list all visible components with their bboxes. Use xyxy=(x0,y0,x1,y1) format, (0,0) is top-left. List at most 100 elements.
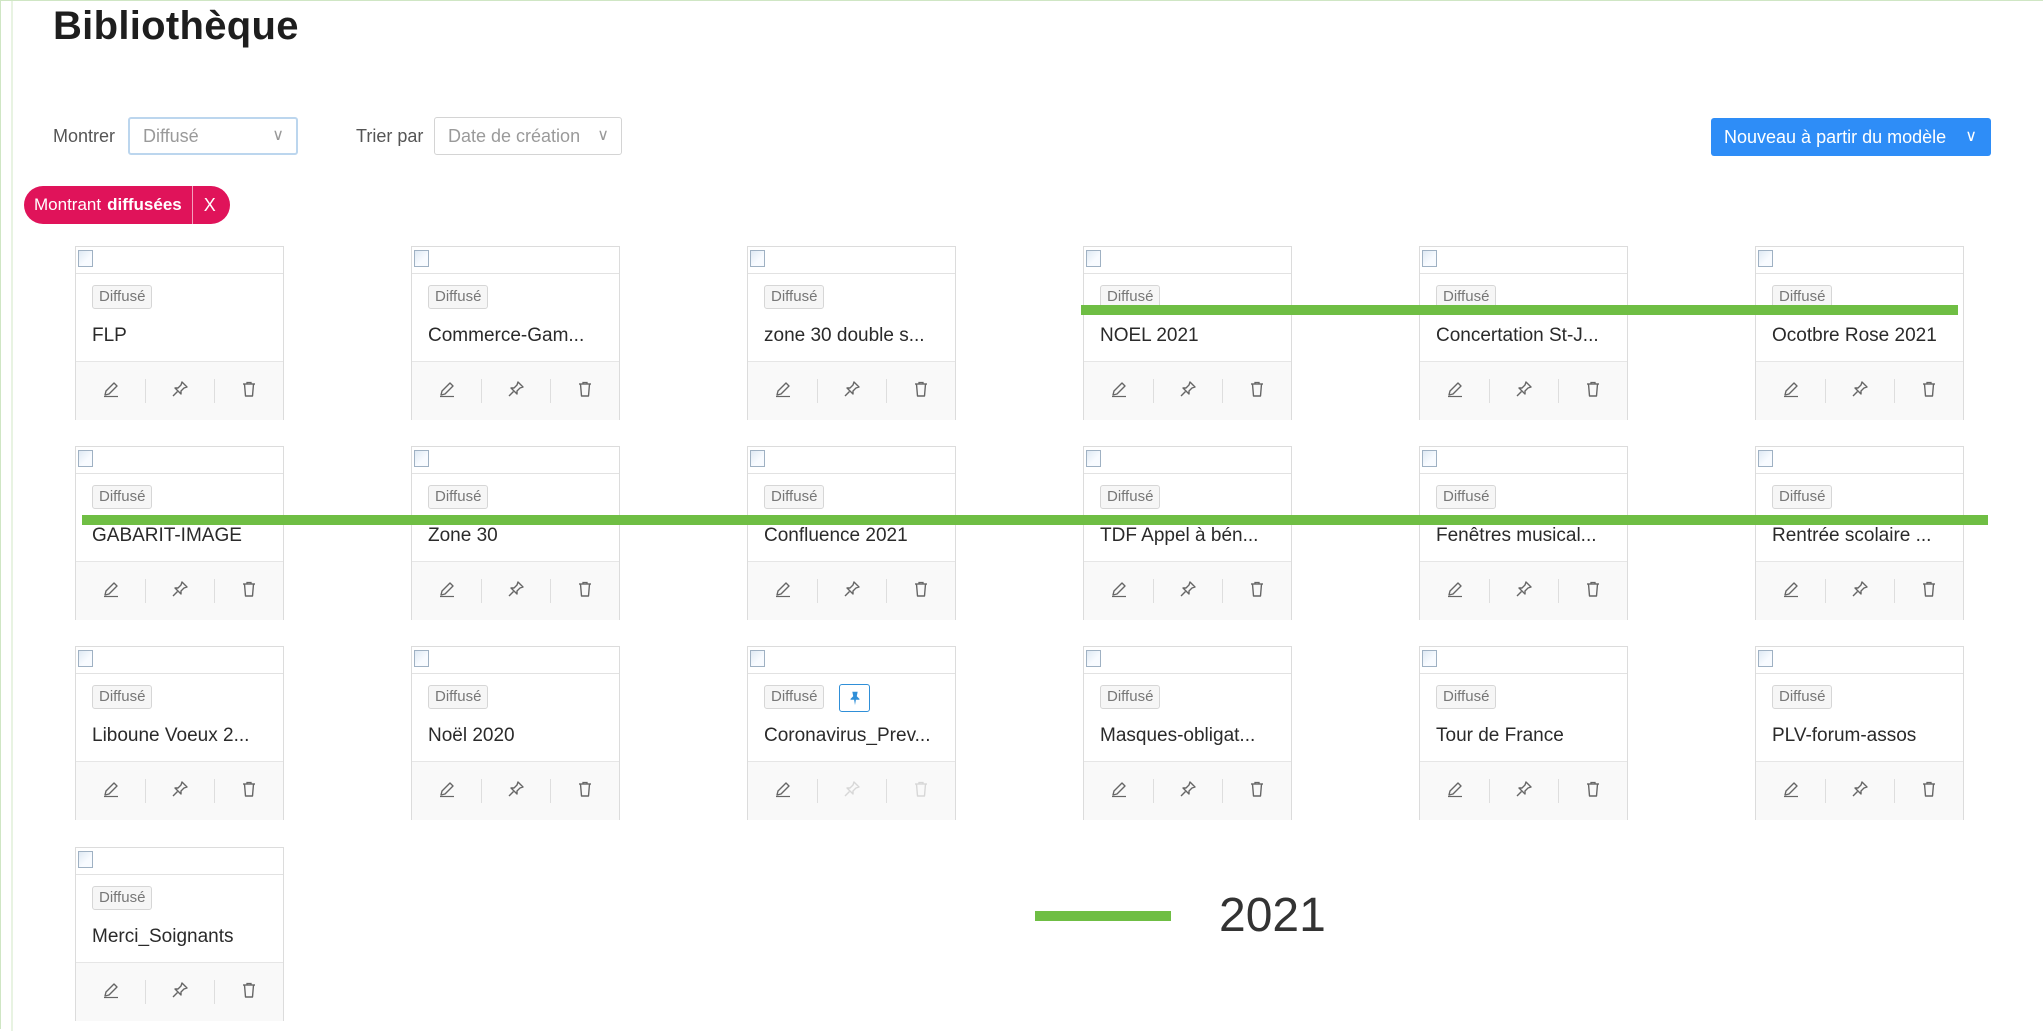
edit-button[interactable] xyxy=(748,762,817,820)
card-title[interactable]: NOEL 2021 xyxy=(1100,325,1286,347)
library-card[interactable]: Diffusé Concertation St-J... xyxy=(1419,246,1628,420)
library-card[interactable]: Diffusé Ocotbre Rose 2021 xyxy=(1755,246,1964,420)
thumbnail-image[interactable] xyxy=(412,447,619,474)
thumbnail-image[interactable] xyxy=(748,247,955,274)
thumbnail-image[interactable] xyxy=(76,447,283,474)
pin-button[interactable] xyxy=(481,362,550,420)
pin-button[interactable] xyxy=(1153,562,1222,620)
library-card[interactable]: Diffusé Commerce-Gam... xyxy=(411,246,620,420)
edit-button[interactable] xyxy=(1420,762,1489,820)
pin-button[interactable] xyxy=(817,762,886,820)
edit-button[interactable] xyxy=(1420,362,1489,420)
library-card[interactable]: Diffusé zone 30 double s... xyxy=(747,246,956,420)
thumbnail-image[interactable] xyxy=(748,647,955,674)
card-title[interactable]: GABARIT-IMAGE xyxy=(92,525,278,547)
thumbnail-image[interactable] xyxy=(1084,247,1291,274)
library-card[interactable]: Diffusé Fenêtres musical... xyxy=(1419,446,1628,620)
library-card[interactable]: Diffusé Liboune Voeux 2... xyxy=(75,646,284,820)
delete-button[interactable] xyxy=(214,362,283,420)
edit-button[interactable] xyxy=(412,762,481,820)
card-title[interactable]: zone 30 double s... xyxy=(764,325,950,347)
edit-button[interactable] xyxy=(76,762,145,820)
pin-button[interactable] xyxy=(817,562,886,620)
pin-button[interactable] xyxy=(1825,762,1894,820)
thumbnail-image[interactable] xyxy=(1420,247,1627,274)
delete-button[interactable] xyxy=(214,562,283,620)
edit-button[interactable] xyxy=(1084,762,1153,820)
thumbnail-image[interactable] xyxy=(76,647,283,674)
card-title[interactable]: Rentrée scolaire ... xyxy=(1772,525,1958,547)
library-card[interactable]: Diffusé Merci_Soignants xyxy=(75,847,284,1021)
pin-button[interactable] xyxy=(1489,562,1558,620)
pin-button[interactable] xyxy=(1489,362,1558,420)
pin-button[interactable] xyxy=(817,362,886,420)
card-title[interactable]: Liboune Voeux 2... xyxy=(92,725,278,747)
delete-button[interactable] xyxy=(214,762,283,820)
card-title[interactable]: Concertation St-J... xyxy=(1436,325,1622,347)
thumbnail-image[interactable] xyxy=(1420,647,1627,674)
pin-button[interactable] xyxy=(481,762,550,820)
card-title[interactable]: Noël 2020 xyxy=(428,725,614,747)
sort-select[interactable]: Date de création ∨ xyxy=(434,117,622,155)
thumbnail-image[interactable] xyxy=(76,247,283,274)
delete-button[interactable] xyxy=(1558,362,1627,420)
delete-button[interactable] xyxy=(1558,562,1627,620)
edit-button[interactable] xyxy=(1420,562,1489,620)
edit-button[interactable] xyxy=(748,562,817,620)
pin-button[interactable] xyxy=(481,562,550,620)
library-card[interactable]: Diffusé NOEL 2021 xyxy=(1083,246,1292,420)
library-card[interactable]: Diffusé Rentrée scolaire ... xyxy=(1755,446,1964,620)
pin-button[interactable] xyxy=(1489,762,1558,820)
pin-button[interactable] xyxy=(1825,562,1894,620)
card-title[interactable]: Commerce-Gam... xyxy=(428,325,614,347)
delete-button[interactable] xyxy=(550,562,619,620)
library-card[interactable]: Diffusé Tour de France xyxy=(1419,646,1628,820)
library-card[interactable]: Diffusé GABARIT-IMAGE xyxy=(75,446,284,620)
library-card[interactable]: Diffusé Masques-obligat... xyxy=(1083,646,1292,820)
delete-button[interactable] xyxy=(886,362,955,420)
card-title[interactable]: Ocotbre Rose 2021 xyxy=(1772,325,1958,347)
pin-button[interactable] xyxy=(145,562,214,620)
thumbnail-image[interactable] xyxy=(412,647,619,674)
show-select[interactable]: Diffusé ∨ xyxy=(128,117,298,155)
pin-button[interactable] xyxy=(1153,762,1222,820)
card-title[interactable]: Merci_Soignants xyxy=(92,926,278,948)
edit-button[interactable] xyxy=(748,362,817,420)
thumbnail-image[interactable] xyxy=(1084,647,1291,674)
edit-button[interactable] xyxy=(76,963,145,1021)
thumbnail-image[interactable] xyxy=(1756,647,1963,674)
card-title[interactable]: Masques-obligat... xyxy=(1100,725,1286,747)
delete-button[interactable] xyxy=(1222,562,1291,620)
delete-button[interactable] xyxy=(1894,562,1963,620)
edit-button[interactable] xyxy=(412,362,481,420)
library-card[interactable]: Diffusé Zone 30 xyxy=(411,446,620,620)
thumbnail-image[interactable] xyxy=(1084,447,1291,474)
thumbnail-image[interactable] xyxy=(1756,447,1963,474)
edit-button[interactable] xyxy=(76,562,145,620)
new-from-template-button[interactable]: Nouveau à partir du modèle ∨ xyxy=(1711,118,1991,156)
library-card[interactable]: Diffusé Coronavirus_Prev... xyxy=(747,646,956,820)
thumbnail-image[interactable] xyxy=(1756,247,1963,274)
pin-button[interactable] xyxy=(145,762,214,820)
delete-button[interactable] xyxy=(1222,362,1291,420)
card-title[interactable]: Tour de France xyxy=(1436,725,1622,747)
library-card[interactable]: Diffusé Noël 2020 xyxy=(411,646,620,820)
pin-button[interactable] xyxy=(1153,362,1222,420)
delete-button[interactable] xyxy=(1894,762,1963,820)
library-card[interactable]: Diffusé TDF Appel à bén... xyxy=(1083,446,1292,620)
delete-button[interactable] xyxy=(1558,762,1627,820)
pin-button[interactable] xyxy=(145,362,214,420)
thumbnail-image[interactable] xyxy=(748,447,955,474)
library-card[interactable]: Diffusé FLP xyxy=(75,246,284,420)
library-card[interactable]: Diffusé Confluence 2021 xyxy=(747,446,956,620)
card-title[interactable]: Zone 30 xyxy=(428,525,614,547)
card-title[interactable]: PLV-forum-assos xyxy=(1772,725,1958,747)
card-title[interactable]: FLP xyxy=(92,325,278,347)
card-title[interactable]: Fenêtres musical... xyxy=(1436,525,1622,547)
pin-button[interactable] xyxy=(145,963,214,1021)
edit-button[interactable] xyxy=(76,362,145,420)
card-title[interactable]: Coronavirus_Prev... xyxy=(764,725,950,747)
edit-button[interactable] xyxy=(412,562,481,620)
delete-button[interactable] xyxy=(214,963,283,1021)
edit-button[interactable] xyxy=(1084,562,1153,620)
